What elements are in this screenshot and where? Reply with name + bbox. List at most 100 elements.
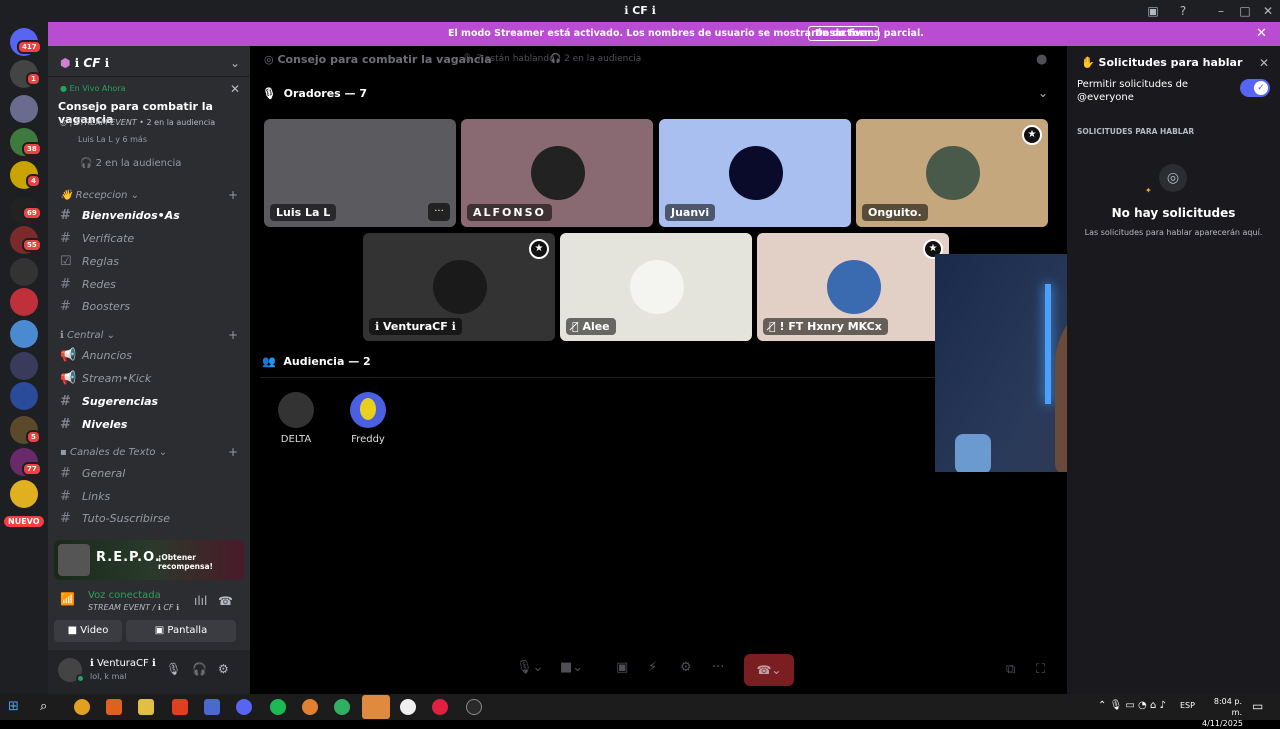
server-icon[interactable] (10, 352, 38, 380)
channel-tuto[interactable]: # Tuto-Suscribirse (60, 511, 170, 526)
server-icon[interactable] (10, 95, 38, 123)
avatar[interactable] (278, 392, 314, 428)
video-label: Video (80, 625, 109, 636)
server-name[interactable]: ⬢ ℹ︎ CF ℹ︎ (60, 56, 109, 70)
add-channel-icon[interactable]: + (228, 328, 238, 342)
noise-icon[interactable]: ılıl (194, 594, 207, 608)
more-options-icon[interactable]: ··· (428, 203, 450, 221)
settings-gear-icon[interactable]: ⚙ (218, 662, 229, 676)
disable-streamer-button[interactable]: Desactivar (808, 26, 880, 41)
members-icon[interactable]: ● (1036, 52, 1047, 67)
speaker-tile[interactable]: ★ 🎙̸ ! FT Hxnry MKCx (757, 233, 949, 341)
windows-start-icon[interactable]: ⊞ (8, 699, 24, 715)
audience-row[interactable]: 🎧 2 en la audiencia (80, 158, 181, 169)
promo-card[interactable]: R.E.P.O. ¡Obtener recompensa! (54, 540, 244, 580)
fullscreen-icon[interactable]: ⛶ (1036, 662, 1045, 677)
disconnect-icon[interactable]: ☎ (218, 594, 233, 608)
inbox-icon[interactable]: ▣ (1145, 3, 1161, 19)
speaker-tile[interactable]: ALFONSO (461, 119, 653, 227)
microphone-icon[interactable]: 🎙⌄ (516, 660, 543, 675)
spotify-icon[interactable] (270, 699, 286, 715)
file-explorer-icon[interactable] (138, 699, 154, 715)
tray-icons[interactable]: ⌃ 🎙 ▭ ◔ ⌂ ♪ (1098, 700, 1166, 711)
channel-label: Links (82, 490, 111, 503)
discord-icon[interactable] (236, 699, 252, 715)
audience-name[interactable]: Freddy (338, 434, 398, 445)
leave-call-button[interactable]: ☎⌄ (744, 654, 794, 686)
event-line-text: STREAM EVENT (74, 118, 137, 127)
active-app-icon[interactable] (362, 695, 390, 719)
app-icon[interactable] (432, 699, 448, 715)
channel-general[interactable]: # General (60, 466, 125, 481)
speaker-tile[interactable]: Luis La L ··· (264, 119, 456, 227)
app-icon[interactable] (106, 699, 122, 715)
brave-icon[interactable] (172, 699, 188, 715)
mute-toggle-icon[interactable]: ⚡ (648, 660, 657, 675)
channel-label: Redes (82, 278, 116, 291)
speaker-tile[interactable]: ★ ℹ︎ VenturaCF ℹ︎ (363, 233, 555, 341)
chevron-down-icon[interactable]: ⌄ (230, 56, 240, 70)
add-channel-icon[interactable]: + (228, 445, 238, 459)
channel-reglas[interactable]: ☑ Reglas (60, 254, 119, 269)
server-icon[interactable] (10, 258, 38, 286)
search-icon[interactable]: ⌕ (40, 699, 56, 715)
camera-icon[interactable]: ■⌄ (560, 660, 583, 675)
speaker-tile[interactable]: ★ Onguito. (856, 119, 1048, 227)
server-badge: 69 (22, 206, 42, 220)
channel-boosters[interactable]: # Boosters (60, 299, 130, 314)
server-icon[interactable] (10, 480, 38, 508)
claim-reward-button[interactable]: ¡Obtener recompensa! (158, 553, 244, 571)
server-icon[interactable] (10, 382, 38, 410)
speaker-tile[interactable]: 🎙̸ Alee (560, 233, 752, 341)
category-central[interactable]: ℹ︎ Central ⌄ (60, 330, 115, 341)
close-icon[interactable]: ✕ (1259, 56, 1269, 70)
calculator-icon[interactable] (204, 699, 220, 715)
maximize-button[interactable]: □ (1237, 3, 1253, 19)
permit-toggle[interactable]: ✓ (1240, 79, 1270, 97)
speaker-name-text: Alee (582, 320, 610, 333)
channel-streamkick[interactable]: 📢 Stream•Kick (60, 371, 151, 386)
channel-niveles[interactable]: # Niveles (60, 417, 127, 432)
audience-name[interactable]: DELTA (266, 434, 326, 445)
app-icon[interactable] (302, 699, 318, 715)
divider (48, 76, 250, 77)
channel-bienvenidos[interactable]: # Bienvenidos•As (60, 208, 180, 223)
steam-icon[interactable] (466, 699, 482, 715)
close-window-button[interactable]: ✕ (1260, 3, 1276, 19)
close-banner-icon[interactable]: ✕ (1256, 26, 1267, 41)
channel-redes[interactable]: # Redes (60, 277, 116, 292)
clock[interactable]: 8:04 p. m. 4/11/2025 (1202, 696, 1243, 729)
add-channel-icon[interactable]: + (228, 188, 238, 202)
category-recepcion[interactable]: 👋 Recepcion ⌄ (60, 190, 139, 201)
minimize-button[interactable]: – (1213, 3, 1229, 19)
speaking-count-text: 7 están hablando (476, 54, 555, 64)
channel-verificate[interactable]: # Verificate (60, 231, 134, 246)
screen-share-icon[interactable]: ▣ (616, 660, 628, 675)
voice-channel[interactable]: STREAM EVENT / ℹ︎ CF ℹ︎ (88, 603, 179, 612)
category-canales[interactable]: ▪ Canales de Texto ⌄ (60, 447, 167, 458)
microphone-icon[interactable]: 🎙 (166, 662, 181, 676)
user-panel: ℹ︎ VenturaCF ℹ︎ lol, k mal 🎙 🎧 ⚙ (48, 650, 250, 694)
language-indicator[interactable]: ESP (1180, 701, 1195, 710)
app-icon[interactable] (334, 699, 350, 715)
chrome-icon[interactable] (74, 699, 90, 715)
hash-icon: # (60, 417, 71, 432)
collapse-chevron-icon[interactable]: ⌄ (1038, 86, 1048, 100)
popout-icon[interactable]: ⧉ (1006, 662, 1015, 677)
channel-anuncios[interactable]: 📢 Anuncios (60, 348, 132, 363)
headphones-icon[interactable]: 🎧 (192, 662, 207, 676)
move-audience-icon[interactable]: ⚙ (680, 660, 692, 675)
speaker-tile[interactable]: Juanvi (659, 119, 851, 227)
close-icon[interactable]: ✕ (230, 82, 240, 96)
video-button[interactable]: ■ Video (54, 620, 122, 642)
screen-share-button[interactable]: ▣ Pantalla (126, 620, 236, 642)
help-icon[interactable]: ? (1175, 3, 1191, 19)
notification-icon[interactable]: ▭ (1252, 699, 1263, 713)
channel-links[interactable]: # Links (60, 489, 110, 504)
avatar[interactable] (350, 392, 386, 428)
server-icon[interactable] (10, 320, 38, 348)
channel-sugerencias[interactable]: # Sugerencias (60, 394, 158, 409)
more-icon[interactable]: ··· (712, 660, 724, 675)
obs-icon[interactable] (400, 699, 416, 715)
server-icon[interactable] (10, 288, 38, 316)
